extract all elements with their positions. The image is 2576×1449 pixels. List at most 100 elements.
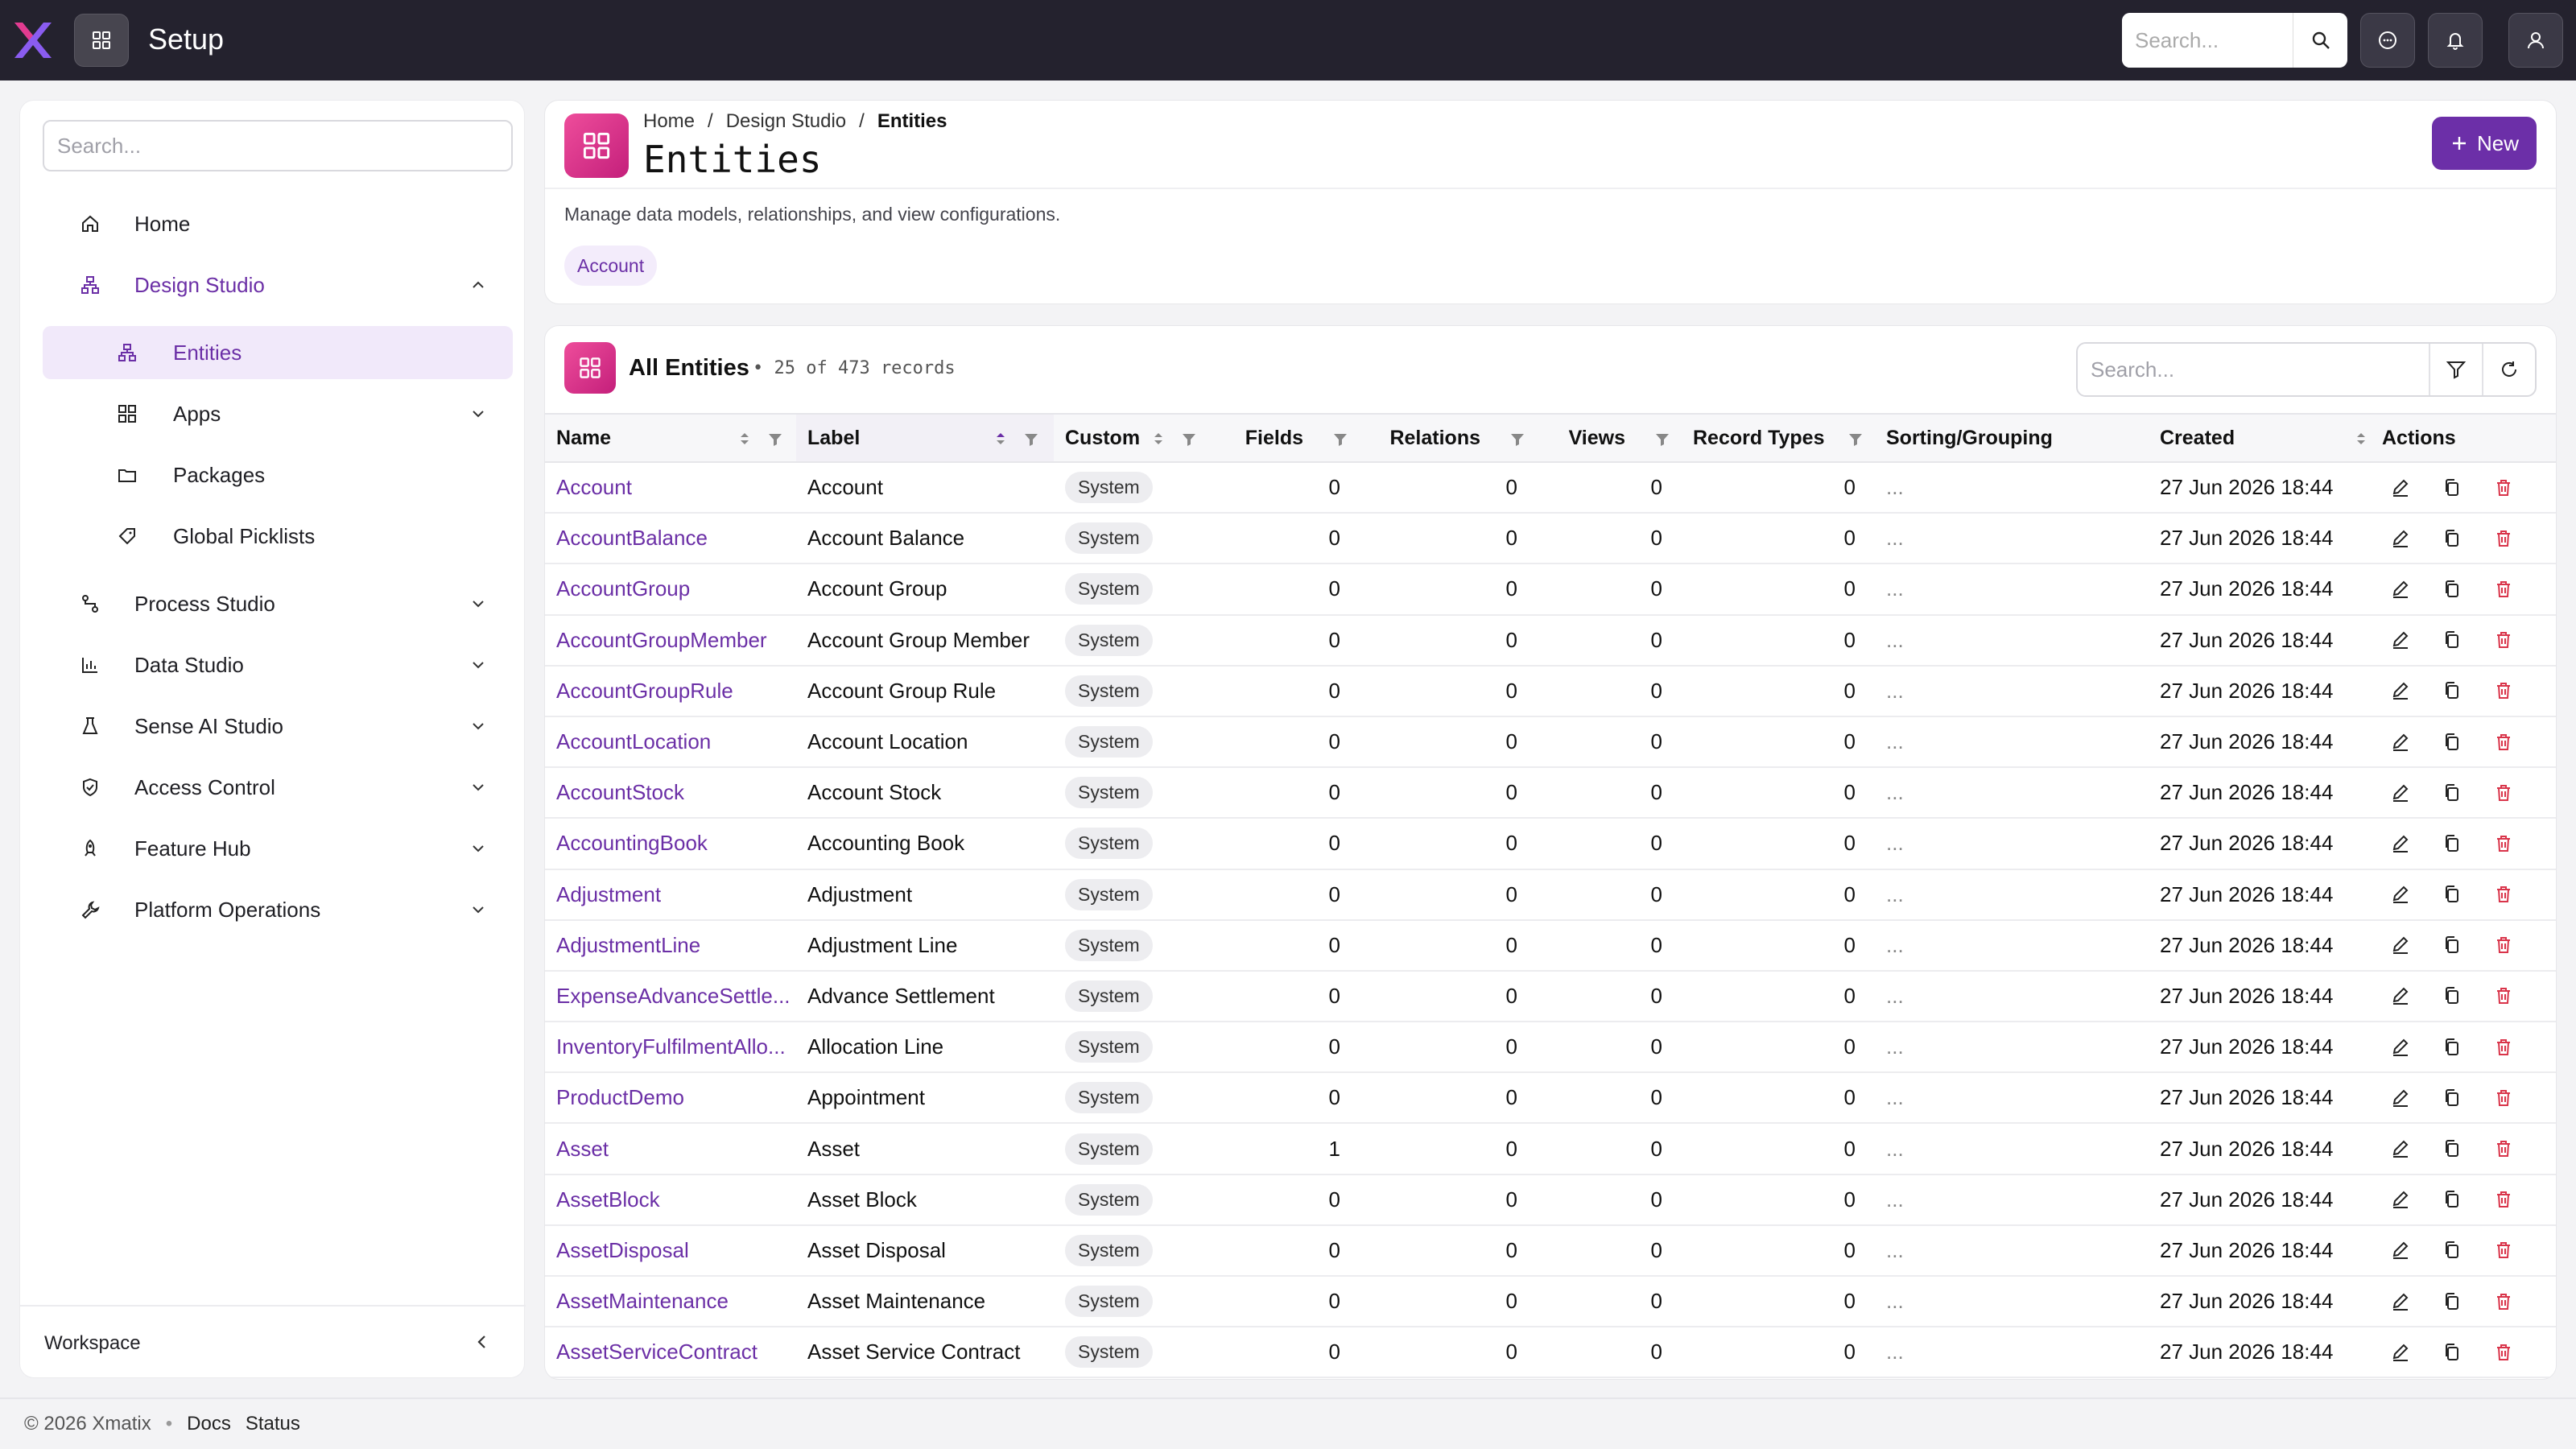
sorting-ellipsis[interactable]: ... (1886, 780, 1904, 804)
sidebar-item-entities[interactable]: Entities (43, 326, 513, 379)
entity-name-link[interactable]: AssetServiceContract (556, 1340, 758, 1364)
duplicate-button[interactable] (2442, 884, 2462, 905)
delete-button[interactable] (2493, 1088, 2514, 1108)
delete-button[interactable] (2493, 630, 2514, 650)
entity-name-link[interactable]: Adjustment (556, 882, 661, 906)
edit-button[interactable] (2390, 833, 2411, 854)
sorting-ellipsis[interactable]: ... (1886, 679, 1904, 703)
edit-button[interactable] (2390, 732, 2411, 753)
docs-link[interactable]: Docs (187, 1413, 231, 1435)
sort-icon[interactable] (2351, 429, 2371, 448)
table-row[interactable]: Asset Asset System 1 0 0 0... 27 Jun 2026 18:44 (545, 1123, 2556, 1175)
delete-button[interactable] (2493, 579, 2514, 600)
column-header-label[interactable]: Label (796, 413, 1054, 463)
table-row[interactable]: ExpenseAdvanceSettle... Advance Settlemen… (545, 970, 2556, 1023)
delete-button[interactable] (2493, 935, 2514, 956)
column-header-relations[interactable]: Relations (1360, 413, 1537, 463)
duplicate-button[interactable] (2442, 1088, 2462, 1108)
sidebar-item-process-studio[interactable]: Process Studio (43, 577, 513, 630)
entity-name-link[interactable]: AccountGroupRule (556, 679, 733, 703)
edit-button[interactable] (2390, 1138, 2411, 1159)
delete-button[interactable] (2493, 884, 2514, 905)
table-row[interactable]: AccountingBook Accounting Book System 0 0 0 0.… (545, 818, 2556, 870)
sorting-ellipsis[interactable]: ... (1886, 526, 1904, 550)
edit-button[interactable] (2390, 935, 2411, 956)
xmatix-logo-icon[interactable] (11, 19, 53, 61)
sorting-ellipsis[interactable]: ... (1886, 1340, 1904, 1364)
status-link[interactable]: Status (246, 1413, 300, 1435)
filter-icon[interactable] (1022, 429, 1041, 448)
duplicate-button[interactable] (2442, 477, 2462, 498)
table-row[interactable]: AssetServiceContract Asset Service Contra… (545, 1327, 2556, 1379)
chevron-down-icon[interactable] (469, 717, 487, 735)
entity-name-link[interactable]: ExpenseAdvanceSettle... (556, 984, 791, 1008)
sorting-ellipsis[interactable]: ... (1886, 1085, 1904, 1109)
duplicate-button[interactable] (2442, 732, 2462, 753)
new-entity-button[interactable]: New (2432, 117, 2537, 170)
entity-name-link[interactable]: Asset (556, 1137, 609, 1161)
sidebar-search-input[interactable] (43, 120, 513, 171)
entity-name-link[interactable]: AccountGroupMember (556, 628, 767, 652)
recent-chip[interactable]: Account (564, 246, 658, 286)
edit-button[interactable] (2390, 1291, 2411, 1312)
sidebar-item-home[interactable]: Home (43, 197, 513, 250)
duplicate-button[interactable] (2442, 935, 2462, 956)
chevron-down-icon[interactable] (469, 405, 487, 423)
filter-icon[interactable] (766, 429, 785, 448)
sorting-ellipsis[interactable]: ... (1886, 1137, 1904, 1161)
duplicate-button[interactable] (2442, 1240, 2462, 1261)
entity-name-link[interactable]: AccountStock (556, 780, 684, 804)
chevron-down-icon[interactable] (469, 778, 487, 796)
duplicate-button[interactable] (2442, 1138, 2462, 1159)
filter-icon[interactable] (1179, 429, 1199, 448)
table-row[interactable]: AccountStock Account Stock System 0 0 0 0... 27… (545, 767, 2556, 819)
entity-name-link[interactable]: AccountingBook (556, 831, 708, 855)
global-search-button[interactable] (2293, 13, 2347, 68)
entity-name-link[interactable]: AdjustmentLine (556, 933, 700, 957)
sorting-ellipsis[interactable]: ... (1886, 729, 1904, 753)
sidebar-item-data-studio[interactable]: Data Studio (43, 638, 513, 691)
sorting-ellipsis[interactable]: ... (1886, 1289, 1904, 1313)
table-row[interactable]: AccountGroupMember Account Group Member Sy… (545, 614, 2556, 667)
delete-button[interactable] (2493, 680, 2514, 701)
table-search-input[interactable] (2078, 344, 2429, 395)
table-row[interactable]: AccountBalance Account Balance System 0 0 0 0.… (545, 513, 2556, 565)
sidebar-item-feature-hub[interactable]: Feature Hub (43, 822, 513, 875)
edit-button[interactable] (2390, 680, 2411, 701)
duplicate-button[interactable] (2442, 833, 2462, 854)
filter-button[interactable] (2429, 344, 2482, 395)
sidebar-item-access-control[interactable]: Access Control (43, 761, 513, 814)
edit-button[interactable] (2390, 1088, 2411, 1108)
sidebar-item-packages[interactable]: Packages (43, 448, 513, 502)
sidebar-item-global-picklists[interactable]: Global Picklists (43, 510, 513, 563)
collapse-sidebar-icon[interactable] (473, 1332, 492, 1352)
table-row[interactable]: AssetBlock Asset Block System 0 0 0 0... 27 Jun… (545, 1174, 2556, 1226)
edit-button[interactable] (2390, 1342, 2411, 1363)
chevron-up-icon[interactable] (469, 276, 487, 294)
breadcrumb-design-studio[interactable]: Design Studio (726, 110, 846, 133)
edit-button[interactable] (2390, 477, 2411, 498)
chevron-down-icon[interactable] (469, 840, 487, 857)
delete-button[interactable] (2493, 1342, 2514, 1363)
table-row[interactable]: AccountLocation Account Location System 0 0 0… (545, 716, 2556, 769)
filter-icon[interactable] (1653, 429, 1672, 448)
apps-grid-button[interactable] (74, 14, 129, 67)
duplicate-button[interactable] (2442, 1037, 2462, 1058)
edit-button[interactable] (2390, 1240, 2411, 1261)
filter-icon[interactable] (1331, 429, 1350, 448)
delete-button[interactable] (2493, 985, 2514, 1006)
global-search-input[interactable] (2122, 13, 2293, 68)
table-row[interactable]: InventoryFulfilmentAllo... Allocation Lin… (545, 1022, 2556, 1074)
edit-button[interactable] (2390, 579, 2411, 600)
entity-name-link[interactable]: AssetDisposal (556, 1238, 689, 1262)
sorting-ellipsis[interactable]: ... (1886, 933, 1904, 957)
sorting-ellipsis[interactable]: ... (1886, 628, 1904, 652)
column-header-created[interactable]: Created (2149, 413, 2371, 463)
filter-icon[interactable] (1508, 429, 1527, 448)
sorting-ellipsis[interactable]: ... (1886, 1187, 1904, 1212)
column-header-custom[interactable]: Custom (1054, 413, 1215, 463)
duplicate-button[interactable] (2442, 680, 2462, 701)
chevron-down-icon[interactable] (469, 656, 487, 674)
duplicate-button[interactable] (2442, 985, 2462, 1006)
sorting-ellipsis[interactable]: ... (1886, 1238, 1904, 1262)
